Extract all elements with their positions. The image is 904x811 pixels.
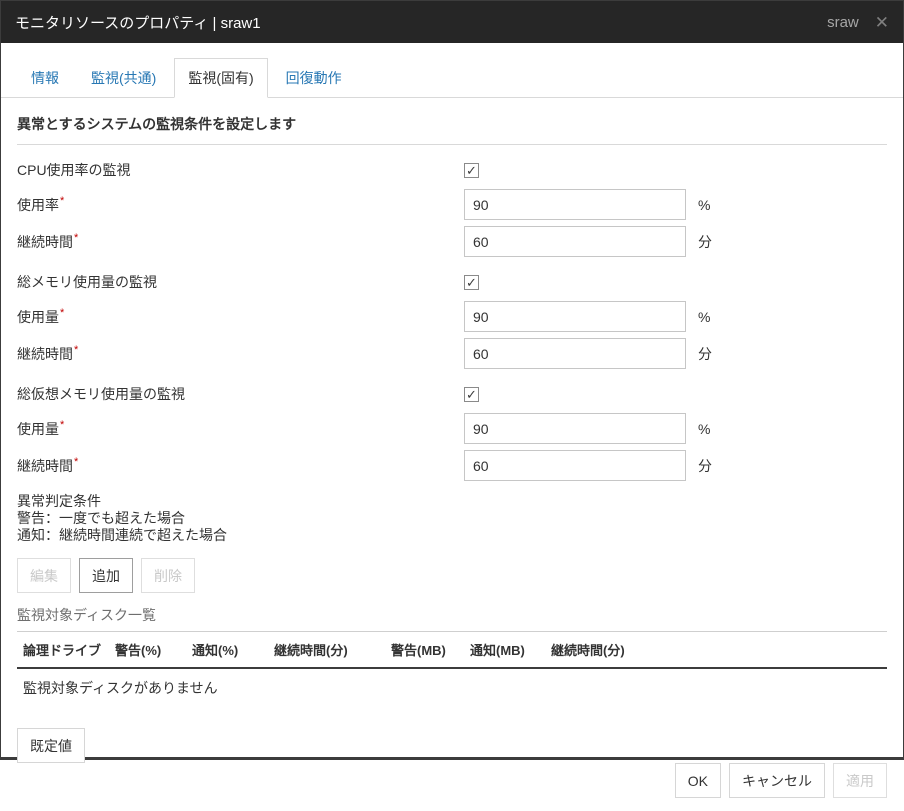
col-warning-mb: 警告(MB) <box>385 632 464 669</box>
add-button[interactable]: 追加 <box>79 558 133 593</box>
memory-usage-label: 使用量* <box>17 307 464 327</box>
resource-type-label: sraw <box>827 14 859 31</box>
tab-monitor-common[interactable]: 監視(共通) <box>77 58 170 98</box>
col-notice-mb: 通知(MB) <box>464 632 545 669</box>
tab-info[interactable]: 情報 <box>17 58 73 98</box>
vmemory-monitor-row: 総仮想メモリ使用量の監視 ✓ <box>17 379 887 409</box>
vmemory-usage-row: 使用量* % <box>17 413 887 444</box>
dialog-footer: OK キャンセル 適用 <box>1 763 903 811</box>
vmemory-usage-input[interactable] <box>464 413 686 444</box>
vmemory-monitor-label: 総仮想メモリ使用量の監視 <box>17 384 464 404</box>
col-duration-min-1: 継続時間(分) <box>268 632 385 669</box>
disk-table-empty-text: 監視対象ディスクがありません <box>17 668 887 716</box>
cpu-usage-input[interactable] <box>464 189 686 220</box>
disk-table-caption: 監視対象ディスク一覧 <box>17 605 887 625</box>
close-icon[interactable]: ✕ <box>875 14 889 31</box>
cpu-duration-label: 継続時間* <box>17 232 464 252</box>
cpu-duration-input[interactable] <box>464 226 686 257</box>
cpu-monitor-row: CPU使用率の監視 ✓ <box>17 155 887 185</box>
vmemory-duration-unit: 分 <box>698 456 712 476</box>
required-mark: * <box>74 232 78 244</box>
cpu-usage-label: 使用率* <box>17 195 464 215</box>
memory-duration-unit: 分 <box>698 344 712 364</box>
vmemory-monitor-checkbox[interactable]: ✓ <box>464 387 479 402</box>
section-title: 異常とするシステムの監視条件を設定します <box>17 114 887 145</box>
memory-duration-label: 継続時間* <box>17 344 464 364</box>
cpu-usage-unit: % <box>698 197 710 213</box>
col-duration-min-2: 継続時間(分) <box>545 632 655 669</box>
tab-content: 異常とするシステムの監視条件を設定します CPU使用率の監視 ✓ 使用率* % … <box>1 98 903 763</box>
disk-list-buttons: 編集 追加 削除 <box>17 558 887 593</box>
required-mark: * <box>74 456 78 468</box>
cpu-monitor-checkbox[interactable]: ✓ <box>464 163 479 178</box>
judgement-line-warning: 警告：一度でも超えた場合 <box>17 510 887 527</box>
memory-monitor-row: 総メモリ使用量の監視 ✓ <box>17 267 887 297</box>
cpu-duration-label-text: 継続時間 <box>17 234 73 250</box>
memory-usage-input[interactable] <box>464 301 686 332</box>
vmemory-usage-label: 使用量* <box>17 419 464 439</box>
vmemory-duration-row: 継続時間* 分 <box>17 450 887 481</box>
col-notice-pct: 通知(%) <box>186 632 268 669</box>
dialog-titlebar: モニタリソースのプロパティ | sraw1 sraw ✕ <box>1 1 903 43</box>
memory-duration-row: 継続時間* 分 <box>17 338 887 369</box>
memory-usage-label-text: 使用量 <box>17 309 59 325</box>
disk-table-empty-row: 監視対象ディスクがありません <box>17 668 887 716</box>
memory-duration-input[interactable] <box>464 338 686 369</box>
edit-button[interactable]: 編集 <box>17 558 71 593</box>
cancel-button[interactable]: キャンセル <box>729 763 825 798</box>
disk-table-header: 論理ドライブ 警告(%) 通知(%) 継続時間(分) 警告(MB) 通知(MB)… <box>17 632 887 669</box>
memory-monitor-label: 総メモリ使用量の監視 <box>17 272 464 292</box>
memory-monitor-checkbox[interactable]: ✓ <box>464 275 479 290</box>
vmemory-usage-unit: % <box>698 421 710 437</box>
required-mark: * <box>60 195 64 207</box>
judgement-line-title: 異常判定条件 <box>17 493 887 510</box>
vmemory-duration-input[interactable] <box>464 450 686 481</box>
cpu-usage-label-text: 使用率 <box>17 197 59 213</box>
required-mark: * <box>60 419 64 431</box>
cpu-monitor-label: CPU使用率の監視 <box>17 160 464 180</box>
disk-table: 論理ドライブ 警告(%) 通知(%) 継続時間(分) 警告(MB) 通知(MB)… <box>17 631 887 716</box>
monitor-resource-properties-dialog: モニタリソースのプロパティ | sraw1 sraw ✕ 情報 監視(共通) 監… <box>0 0 904 760</box>
vmemory-duration-label-text: 継続時間 <box>17 458 73 474</box>
required-mark: * <box>74 344 78 356</box>
tab-recovery-action[interactable]: 回復動作 <box>272 58 356 98</box>
judgement-note: 異常判定条件 警告：一度でも超えた場合 通知：継続時間連続で超えた場合 <box>17 493 887 544</box>
vmemory-usage-label-text: 使用量 <box>17 421 59 437</box>
dialog-title: モニタリソースのプロパティ | sraw1 <box>15 12 261 33</box>
cpu-usage-row: 使用率* % <box>17 189 887 220</box>
tab-bar: 情報 監視(共通) 監視(固有) 回復動作 <box>1 57 903 98</box>
col-warning-pct: 警告(%) <box>109 632 186 669</box>
cpu-duration-row: 継続時間* 分 <box>17 226 887 257</box>
required-mark: * <box>60 307 64 319</box>
memory-usage-row: 使用量* % <box>17 301 887 332</box>
tab-monitor-special[interactable]: 監視(固有) <box>174 58 267 98</box>
vmemory-duration-label: 継続時間* <box>17 456 464 476</box>
memory-duration-label-text: 継続時間 <box>17 346 73 362</box>
memory-usage-unit: % <box>698 309 710 325</box>
col-logical-drive: 論理ドライブ <box>17 632 109 669</box>
col-filler <box>655 632 887 669</box>
default-values-button[interactable]: 既定値 <box>17 728 85 763</box>
cpu-duration-unit: 分 <box>698 232 712 252</box>
default-button-row: 既定値 <box>17 728 887 763</box>
apply-button[interactable]: 適用 <box>833 763 887 798</box>
ok-button[interactable]: OK <box>675 763 721 798</box>
delete-button[interactable]: 削除 <box>141 558 195 593</box>
judgement-line-notice: 通知：継続時間連続で超えた場合 <box>17 527 887 544</box>
